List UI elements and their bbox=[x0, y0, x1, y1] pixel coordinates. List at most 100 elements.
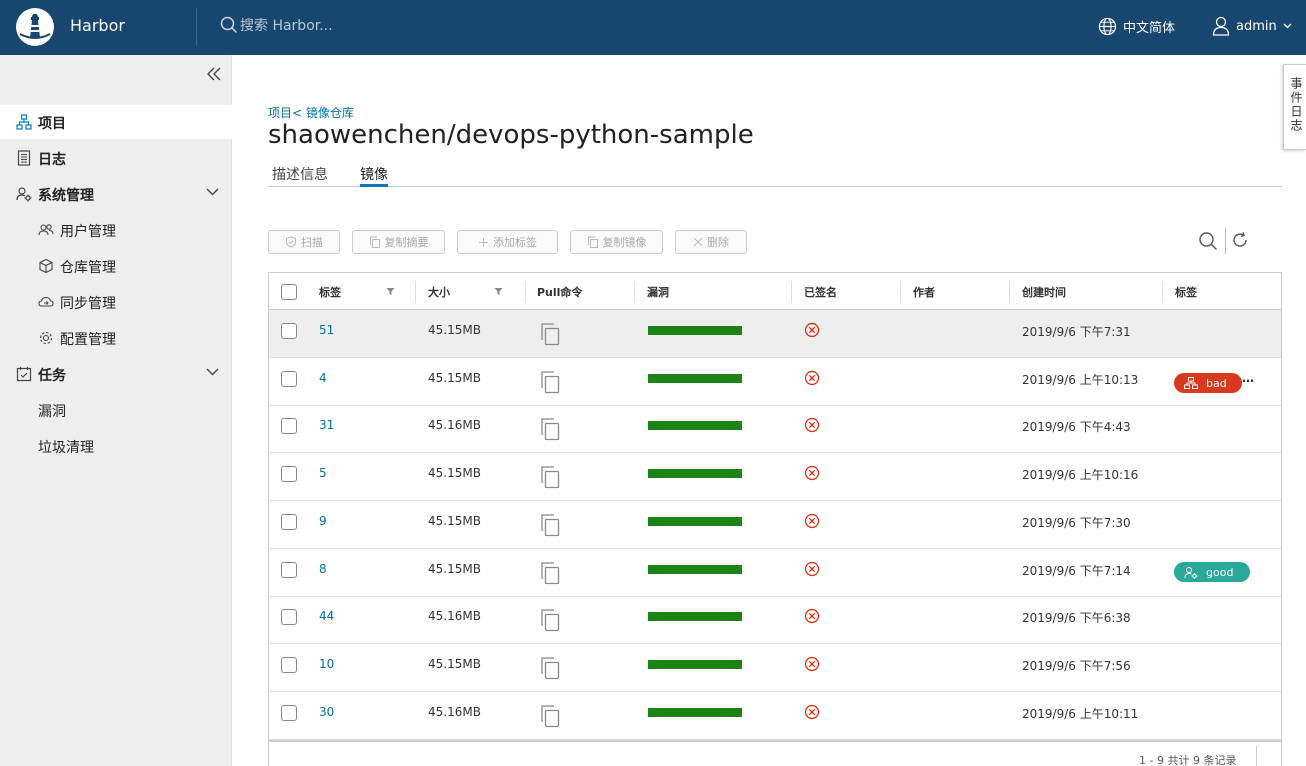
row-checkbox[interactable] bbox=[281, 514, 297, 530]
table-row[interactable]: 5 45.15MB 2019/9/6 上午10:16 bbox=[269, 453, 1281, 501]
refresh-icon[interactable] bbox=[1231, 231, 1249, 249]
copy-pull-command-icon[interactable] bbox=[539, 608, 561, 632]
copy-digest-button[interactable]: 复制摘要 bbox=[352, 230, 445, 254]
copy-pull-command-icon[interactable] bbox=[539, 370, 561, 394]
row-checkbox[interactable] bbox=[281, 705, 297, 721]
collapse-sidebar-icon[interactable] bbox=[205, 65, 223, 83]
table-row[interactable]: 31 45.16MB 2019/9/6 下午4:43 bbox=[269, 405, 1281, 453]
row-checkbox[interactable] bbox=[281, 657, 297, 673]
row-checkbox[interactable] bbox=[281, 371, 297, 387]
language-selector[interactable]: 中文简体 bbox=[1098, 15, 1175, 37]
table-row[interactable]: 30 45.16MB 2019/9/6 上午10:11 bbox=[269, 692, 1281, 740]
toolbar-divider bbox=[1225, 228, 1226, 254]
vulnerability-bar[interactable] bbox=[648, 326, 742, 335]
created-time: 2019/9/6 下午7:14 bbox=[1022, 564, 1131, 578]
sidebar-item-projects[interactable]: 项目 bbox=[0, 105, 232, 139]
brand-name[interactable]: Harbor bbox=[70, 16, 125, 35]
filter-icon[interactable] bbox=[386, 287, 395, 296]
tag-link[interactable]: 30 bbox=[319, 705, 334, 719]
created-time: 2019/9/6 上午10:11 bbox=[1022, 707, 1139, 721]
copy-image-label: 复制镜像 bbox=[602, 236, 647, 249]
tab-bar: 描述信息 镜像 bbox=[268, 160, 1282, 187]
tab-description[interactable]: 描述信息 bbox=[272, 164, 328, 187]
select-all-checkbox[interactable] bbox=[281, 284, 297, 300]
sidebar: 项目 日志 系统管理 用户管理 仓库管理 同步管理 配置管理 任务 漏洞 垃圾清… bbox=[0, 55, 232, 766]
vulnerability-bar[interactable] bbox=[648, 374, 742, 383]
table-row[interactable]: 4 45.15MB 2019/9/6 上午10:13 bad… bbox=[269, 358, 1281, 406]
footer-divider bbox=[1256, 746, 1257, 766]
sidebar-item-users[interactable]: 用户管理 bbox=[0, 213, 232, 247]
table-row[interactable]: 9 45.15MB 2019/9/6 下午7:30 bbox=[269, 501, 1281, 549]
vulnerability-bar[interactable] bbox=[648, 565, 742, 574]
search-input[interactable] bbox=[240, 14, 500, 38]
harbor-logo[interactable] bbox=[16, 8, 54, 46]
scan-button[interactable]: 扫描 bbox=[268, 230, 340, 254]
sidebar-item-gc[interactable]: 垃圾清理 bbox=[0, 429, 232, 463]
column-header-size[interactable]: 大小 bbox=[428, 284, 450, 300]
delete-button[interactable]: 删除 bbox=[675, 230, 747, 254]
breadcrumb[interactable]: 项目< 镜像仓库 bbox=[268, 104, 354, 121]
tab-images[interactable]: 镜像 bbox=[360, 164, 388, 187]
label-chip-good[interactable]: good bbox=[1174, 562, 1250, 582]
label-chip-bad[interactable]: bad bbox=[1174, 373, 1242, 393]
row-checkbox[interactable] bbox=[281, 562, 297, 578]
add-label-label: 添加标签 bbox=[493, 236, 537, 249]
vulnerability-bar[interactable] bbox=[648, 612, 742, 621]
shield-icon bbox=[286, 236, 296, 248]
tag-link[interactable]: 4 bbox=[319, 371, 327, 385]
event-log-tab[interactable]: 事件日志 bbox=[1283, 64, 1306, 150]
chevron-down-icon bbox=[206, 368, 219, 376]
copy-pull-command-icon[interactable] bbox=[539, 656, 561, 680]
sidebar-item-tasks[interactable]: 任务 bbox=[0, 357, 232, 391]
image-size: 45.16MB bbox=[428, 609, 481, 623]
sidebar-item-configuration[interactable]: 配置管理 bbox=[0, 321, 232, 355]
row-checkbox[interactable] bbox=[281, 323, 297, 339]
vulnerability-bar[interactable] bbox=[648, 469, 742, 478]
tag-link[interactable]: 44 bbox=[319, 609, 334, 623]
admin-icon bbox=[16, 187, 32, 202]
filter-icon[interactable] bbox=[494, 287, 503, 296]
pagination-summary: 1 - 9 共计 9 条记录 bbox=[1139, 754, 1237, 766]
tag-link[interactable]: 31 bbox=[319, 418, 334, 432]
row-checkbox[interactable] bbox=[281, 609, 297, 625]
search-icon[interactable] bbox=[1198, 231, 1218, 251]
sidebar-item-replication[interactable]: 同步管理 bbox=[0, 285, 232, 319]
tag-link[interactable]: 51 bbox=[319, 323, 334, 337]
sidebar-item-registries[interactable]: 仓库管理 bbox=[0, 249, 232, 283]
sidebar-item-logs[interactable]: 日志 bbox=[0, 141, 232, 175]
copy-pull-command-icon[interactable] bbox=[539, 465, 561, 489]
user-icon bbox=[1212, 16, 1230, 36]
copy-pull-command-icon[interactable] bbox=[539, 561, 561, 585]
more-labels-ellipsis[interactable]: … bbox=[1242, 371, 1254, 385]
sidebar-subitem-label: 配置管理 bbox=[60, 332, 116, 348]
copy-icon bbox=[587, 236, 598, 248]
copy-pull-command-icon[interactable] bbox=[539, 322, 561, 346]
tag-link[interactable]: 9 bbox=[319, 514, 327, 528]
sidebar-item-admin[interactable]: 系统管理 bbox=[0, 177, 232, 211]
vulnerability-bar[interactable] bbox=[648, 660, 742, 669]
tag-link[interactable]: 8 bbox=[319, 562, 327, 576]
vulnerability-bar[interactable] bbox=[648, 708, 742, 717]
column-header-tag[interactable]: 标签 bbox=[319, 284, 341, 300]
row-checkbox[interactable] bbox=[281, 418, 297, 434]
vulnerability-bar[interactable] bbox=[648, 421, 742, 430]
tag-link[interactable]: 5 bbox=[319, 466, 327, 480]
table-row[interactable]: 44 45.16MB 2019/9/6 下午6:38 bbox=[269, 596, 1281, 644]
copy-pull-command-icon[interactable] bbox=[539, 417, 561, 441]
table-row[interactable]: 51 45.15MB 2019/9/6 下午7:31 bbox=[269, 310, 1281, 358]
table-footer: 1 - 9 共计 9 条记录 bbox=[269, 740, 1281, 766]
vulnerability-bar[interactable] bbox=[648, 517, 742, 526]
row-checkbox[interactable] bbox=[281, 466, 297, 482]
column-header-created: 创建时间 bbox=[1022, 286, 1066, 299]
tag-link[interactable]: 10 bbox=[319, 657, 334, 671]
user-menu[interactable]: admin bbox=[1212, 15, 1292, 37]
copy-pull-command-icon[interactable] bbox=[539, 704, 561, 728]
copy-image-button[interactable]: 复制镜像 bbox=[570, 230, 663, 254]
table-row[interactable]: 10 45.15MB 2019/9/6 下午7:56 bbox=[269, 644, 1281, 692]
global-search bbox=[220, 14, 520, 40]
task-icon bbox=[16, 367, 32, 382]
add-label-button[interactable]: 添加标签 bbox=[457, 230, 558, 254]
table-row[interactable]: 8 45.15MB 2019/9/6 下午7:14 good bbox=[269, 549, 1281, 597]
sidebar-item-vulnerability[interactable]: 漏洞 bbox=[0, 393, 232, 427]
copy-pull-command-icon[interactable] bbox=[539, 513, 561, 537]
